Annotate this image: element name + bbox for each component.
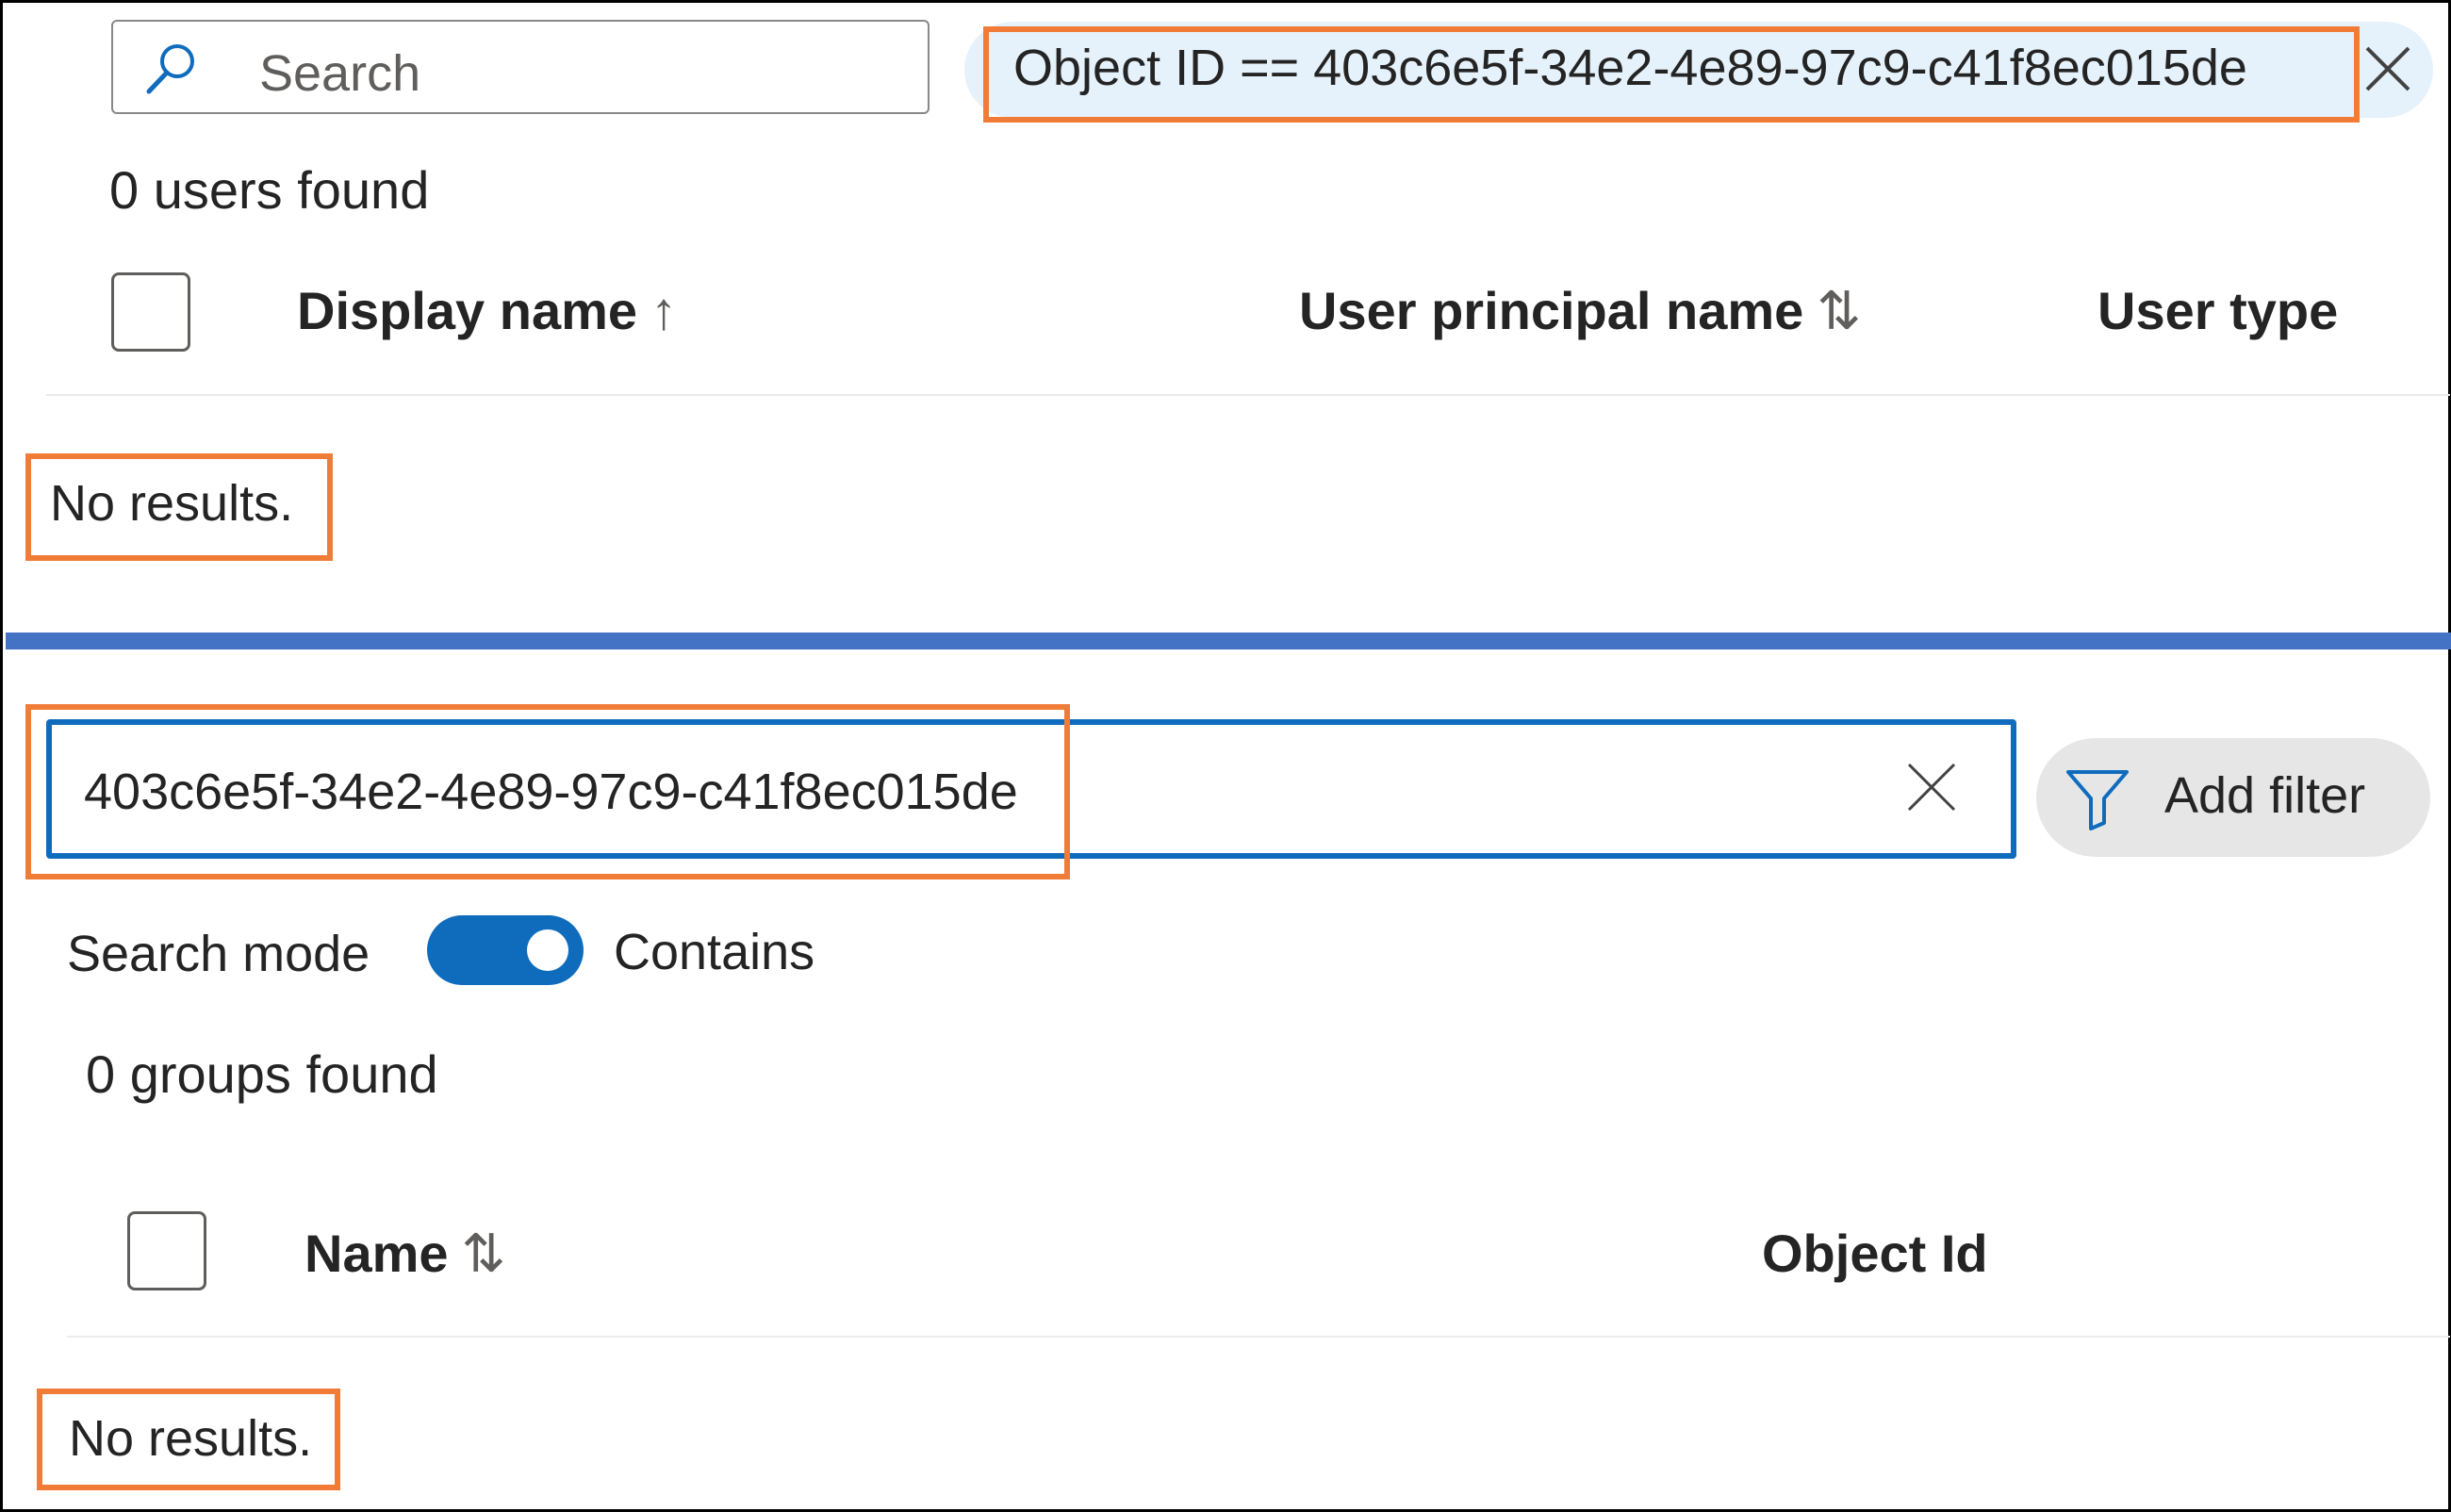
groups-result-count: 0 groups found bbox=[86, 1044, 438, 1104]
column-label: Display name bbox=[297, 281, 638, 340]
users-search-placeholder: Search bbox=[259, 45, 421, 102]
users-result-count: 0 users found bbox=[109, 160, 430, 220]
screenshot-frame: Search Object ID == 403c6e5f-34e2-4e89-9… bbox=[0, 0, 2451, 1512]
column-label: User type bbox=[2097, 281, 2339, 340]
groups-select-all-checkbox[interactable] bbox=[127, 1211, 206, 1290]
column-header-display-name[interactable]: Display name ↑ bbox=[297, 280, 677, 341]
sort-ascending-icon: ↑ bbox=[650, 281, 678, 340]
search-value-highlight bbox=[25, 704, 1070, 879]
users-header-divider bbox=[46, 394, 2450, 396]
close-icon[interactable] bbox=[1905, 761, 1958, 814]
filter-highlight-box bbox=[983, 26, 2360, 123]
column-header-name[interactable]: Name ⇅ bbox=[304, 1223, 505, 1285]
add-filter-button[interactable]: Add filter bbox=[2036, 738, 2430, 857]
groups-no-results: No results. bbox=[69, 1410, 313, 1467]
search-icon bbox=[146, 44, 194, 94]
column-header-user-principal-name[interactable]: User principal name ⇅ bbox=[1299, 280, 1861, 342]
add-filter-label: Add filter bbox=[2164, 767, 2366, 824]
sort-icon: ⇅ bbox=[461, 1224, 506, 1283]
column-label: Name bbox=[304, 1224, 449, 1283]
users-select-all-checkbox[interactable] bbox=[111, 272, 190, 352]
users-search-box[interactable]: Search bbox=[111, 20, 929, 114]
column-label: User principal name bbox=[1299, 281, 1804, 340]
funnel-icon bbox=[2066, 770, 2129, 830]
column-header-user-type[interactable]: User type bbox=[2097, 280, 2338, 341]
sort-icon: ⇅ bbox=[1817, 281, 1862, 340]
close-icon[interactable] bbox=[2361, 42, 2414, 95]
column-header-object-id[interactable]: Object Id bbox=[1762, 1223, 1988, 1284]
toggle-knob bbox=[527, 929, 568, 971]
column-label: Object Id bbox=[1762, 1224, 1988, 1283]
search-mode-label: Search mode bbox=[67, 926, 370, 982]
panel-divider bbox=[6, 633, 2451, 649]
search-mode-value: Contains bbox=[614, 924, 815, 980]
users-no-results: No results. bbox=[50, 475, 294, 532]
groups-header-divider bbox=[67, 1336, 2450, 1338]
search-mode-toggle[interactable] bbox=[427, 915, 584, 985]
